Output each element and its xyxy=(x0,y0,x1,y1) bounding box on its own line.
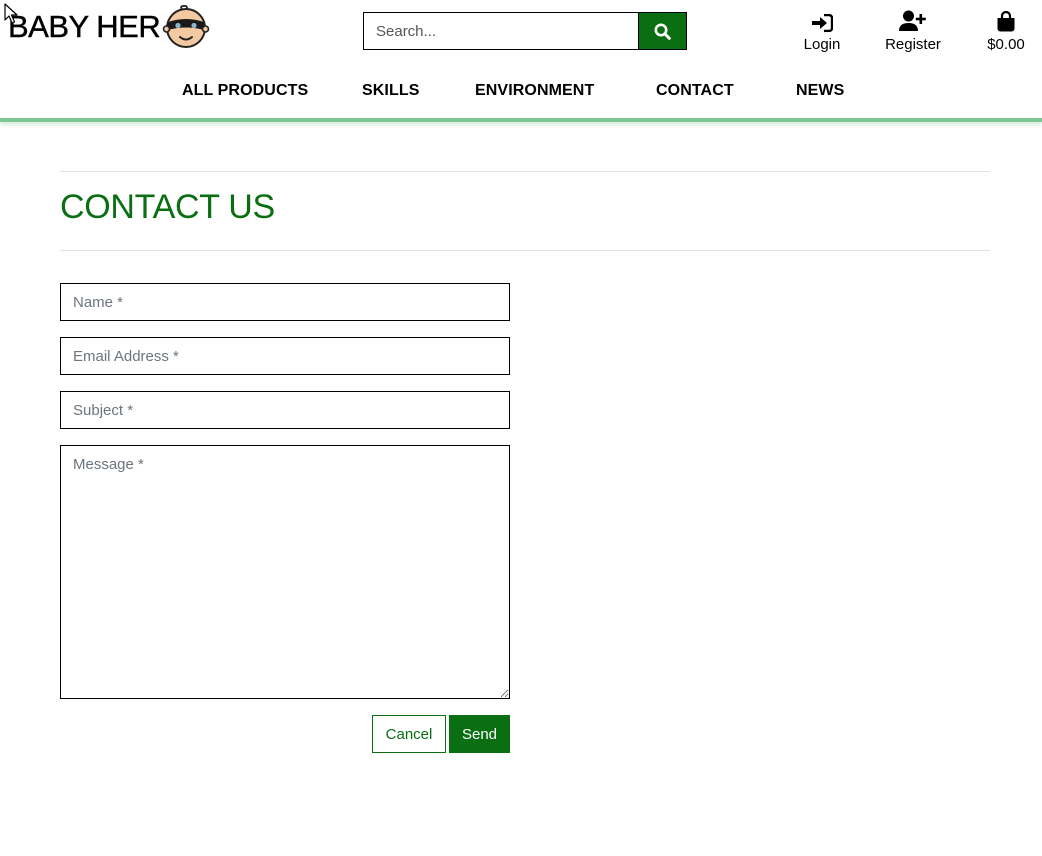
user-plus-icon xyxy=(899,10,926,31)
nav-item-all-products[interactable]: ALL PRODUCTS xyxy=(182,80,308,102)
login-label: Login xyxy=(803,36,841,53)
nav-item-news[interactable]: NEWS xyxy=(796,80,844,102)
sign-in-icon xyxy=(812,14,833,32)
page-title: CONTACT US xyxy=(60,188,275,226)
subject-field[interactable] xyxy=(60,391,510,429)
title-top-divider xyxy=(60,171,990,172)
search-form xyxy=(363,12,687,50)
mouse-pointer-icon xyxy=(4,3,18,24)
cart-link[interactable]: $0.00 xyxy=(983,6,1029,54)
send-button[interactable]: Send xyxy=(449,715,510,753)
nav-item-skills[interactable]: SKILLS xyxy=(362,80,420,102)
search-button[interactable] xyxy=(638,12,687,50)
main-nav: ALL PRODUCTS SKILLS ENVIRONMENT CONTACT … xyxy=(0,80,1042,102)
nav-item-environment[interactable]: ENVIRONMENT xyxy=(475,80,594,102)
message-field[interactable] xyxy=(60,445,510,699)
search-input[interactable] xyxy=(363,12,638,50)
email-field[interactable] xyxy=(60,337,510,375)
nav-item-contact[interactable]: CONTACT xyxy=(656,80,734,102)
register-label: Register xyxy=(885,36,941,53)
register-link[interactable]: Register xyxy=(881,6,945,54)
shopping-bag-icon xyxy=(997,11,1015,32)
title-bottom-divider xyxy=(60,250,990,251)
name-field[interactable] xyxy=(60,283,510,321)
brand-name: BABY HER xyxy=(8,9,161,44)
login-link[interactable]: Login xyxy=(800,6,844,54)
cart-total: $0.00 xyxy=(987,36,1025,53)
baby-hero-face-icon xyxy=(162,5,210,48)
site-header: BABY HER Login xyxy=(0,0,1042,122)
search-icon xyxy=(654,23,671,40)
header-divider xyxy=(0,118,1042,122)
brand-logo[interactable]: BABY HER xyxy=(8,5,211,49)
cancel-button[interactable]: Cancel xyxy=(372,715,446,753)
